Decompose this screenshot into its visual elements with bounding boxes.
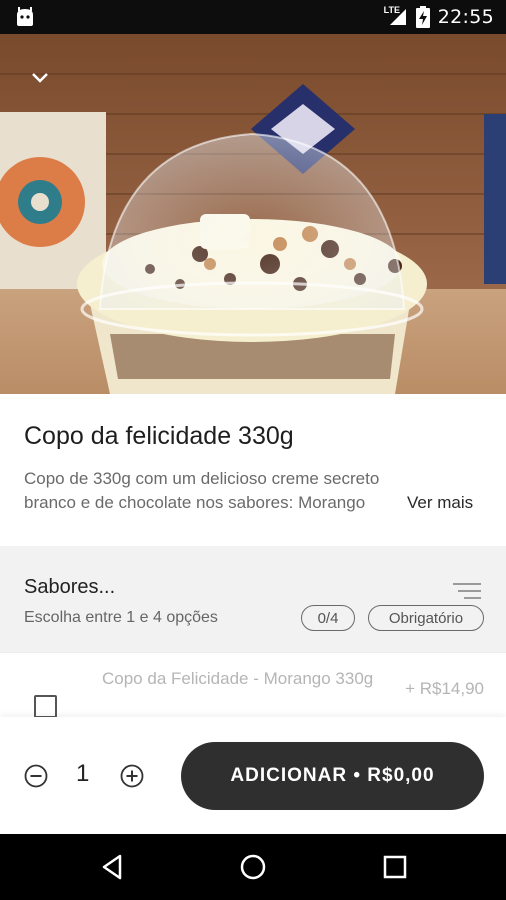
- required-badge: Obrigatório: [368, 605, 484, 631]
- selection-count-badge: 0/4: [301, 605, 355, 631]
- status-time: 22:55: [437, 6, 494, 28]
- chevron-down-icon: [32, 73, 48, 83]
- signal-icon: [389, 9, 406, 25]
- section-title: Sabores...: [24, 576, 116, 598]
- minus-circle-icon[interactable]: [24, 764, 48, 788]
- options-section-header: Sabores... Escolha entre 1 e 4 opções 0/…: [0, 546, 506, 652]
- option-price: + R$14,90: [405, 679, 484, 698]
- option-name: Copo da Felicidade - Morango 330g: [102, 669, 374, 688]
- product-photo: [0, 34, 506, 394]
- section-subtitle: Escolha entre 1 e 4 opções: [24, 609, 218, 626]
- product-description: Copo de 330g com um delicioso creme secr…: [24, 467, 424, 515]
- plus-circle-icon[interactable]: [120, 764, 144, 788]
- home-icon[interactable]: [238, 852, 268, 882]
- option-checkbox[interactable]: [34, 695, 57, 718]
- product-image: [0, 34, 506, 394]
- product-title: Copo da felicidade 330g: [24, 422, 294, 450]
- battery-charging-icon: [415, 6, 430, 28]
- quantity-value: 1: [76, 760, 90, 787]
- option-item[interactable]: Copo da Felicidade - Morango 330g + R$14…: [0, 652, 506, 722]
- status-bar: LTE 22:55: [0, 0, 506, 34]
- add-to-cart-button[interactable]: ADICIONAR • R$0,00: [181, 742, 484, 810]
- back-icon[interactable]: [98, 852, 128, 882]
- description-line: Copo de 330g com um delicioso creme secr…: [24, 469, 380, 488]
- collapse-button[interactable]: [24, 62, 56, 94]
- recents-icon[interactable]: [380, 852, 410, 882]
- see-more-link[interactable]: Ver mais: [407, 491, 473, 515]
- add-to-cart-bar: 1 ADICIONAR • R$0,00: [0, 717, 506, 834]
- description-line: branco e de chocolate nos sabores: Moran…: [24, 493, 366, 512]
- sort-lines-icon: [453, 583, 481, 599]
- android-icon: [17, 7, 33, 26]
- navigation-bar: [0, 834, 506, 900]
